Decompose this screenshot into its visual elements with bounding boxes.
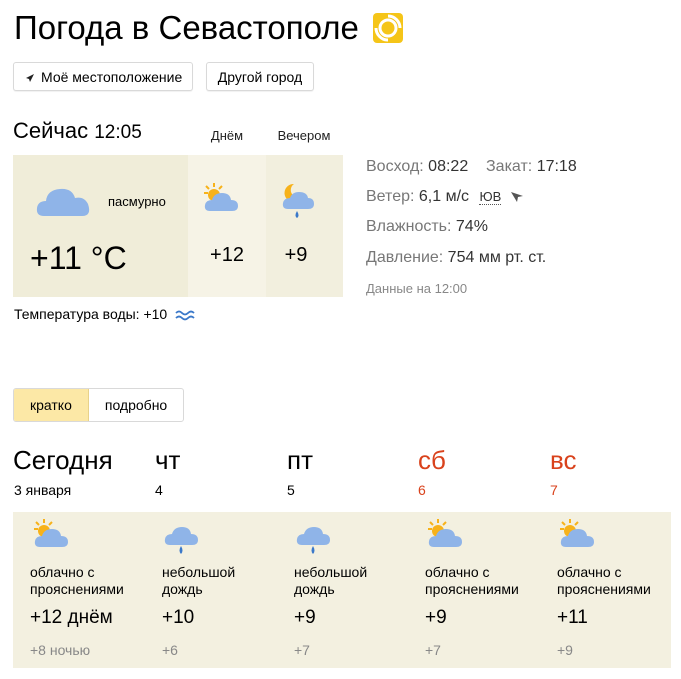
- location-arrow-icon: [26, 74, 34, 82]
- sunset-value: 17:18: [536, 158, 577, 175]
- forecast-night-temp: +8 ночью: [30, 642, 91, 658]
- forecast-day-name: пт: [287, 445, 313, 475]
- wind-direction-arrow-icon: [510, 192, 523, 202]
- day-temperature: +12: [210, 244, 244, 266]
- pressure-label: Давление:: [366, 249, 444, 266]
- sunrise-label: Восход:: [366, 158, 424, 175]
- condition-line: прояснениями: [30, 581, 124, 597]
- tab-detailed[interactable]: подробно: [89, 389, 183, 421]
- water-wave-icon: [175, 310, 195, 321]
- forecast-day-temp: +11: [557, 607, 588, 628]
- sunrise-value: 08:22: [428, 158, 469, 175]
- condition-line: прояснениями: [425, 581, 519, 597]
- forecast-day-temp: +9: [425, 607, 447, 628]
- cloud-rain-icon: [296, 527, 330, 554]
- forecast-condition: небольшой дождь: [294, 564, 419, 598]
- forecast-day-date: 3 января: [14, 482, 72, 498]
- forecast-day-name: Сегодня: [13, 445, 113, 475]
- wind-value: 6,1 м/с: [418, 188, 470, 205]
- pressure-info: Давление: 754 мм рт. ст.: [366, 249, 546, 267]
- evening-temperature: +9: [284, 244, 308, 266]
- day-column-label: Днём: [210, 128, 244, 143]
- forecast-night-temp: +7: [294, 642, 310, 658]
- forecast-day-temp: +10: [162, 607, 195, 628]
- tab-brief[interactable]: кратко: [14, 389, 89, 421]
- pressure-value: 754 мм рт. ст.: [447, 249, 547, 266]
- cloud-rain-icon: [164, 527, 198, 554]
- forecast-day-date: 4: [155, 482, 163, 498]
- weather-logo-icon: [373, 13, 403, 43]
- now-label: Сейчас: [13, 118, 89, 143]
- now-header: Сейчас 12:05: [13, 118, 142, 146]
- forecast-view-tabs: кратко подробно: [13, 388, 185, 422]
- forecast-day-date: 5: [287, 482, 295, 498]
- evening-cell: [266, 155, 343, 297]
- condition-line: облачно с: [30, 564, 95, 580]
- forecast-night-temp: +6: [162, 642, 178, 658]
- forecast-day-name: сб: [418, 445, 446, 475]
- my-location-button[interactable]: Моё местоположение: [13, 62, 193, 91]
- forecast-condition: облачно с прояснениями: [30, 564, 155, 598]
- forecast-condition: облачно с прояснениями: [557, 564, 681, 598]
- sun-cloud-icon: [34, 519, 68, 547]
- forecast-day-date: 7: [550, 482, 558, 498]
- forecast-day-temp: +12 днём: [30, 607, 113, 628]
- sun-cloud-icon: [204, 183, 238, 211]
- water-label: Температура воды:: [14, 306, 140, 322]
- forecast-condition: облачно с прояснениями: [425, 564, 550, 598]
- forecast-day-name: вс: [550, 445, 577, 475]
- humidity-info: Влажность: 74%: [366, 218, 488, 236]
- sunset-label: Закат:: [486, 158, 533, 175]
- current-temperature: +11 °C: [30, 240, 127, 276]
- forecast-day-temp: +9: [294, 607, 316, 628]
- condition-line: дождь: [294, 581, 335, 597]
- evening-column-label: Вечером: [277, 128, 331, 143]
- cloud-icon: [36, 188, 90, 216]
- data-timestamp: Данные на 12:00: [366, 281, 468, 296]
- sun-info: Восход: 08:22 Закат: 17:18: [366, 158, 577, 176]
- forecast-day-date: 6: [418, 482, 426, 498]
- forecast-night-temp: +9: [557, 642, 573, 658]
- forecast-night-temp: +7: [425, 642, 441, 658]
- condition-line: облачно с: [557, 564, 622, 580]
- condition-line: небольшой: [294, 564, 368, 580]
- water-value: +10: [143, 306, 168, 322]
- condition-line: небольшой: [162, 564, 236, 580]
- condition-line: дождь: [162, 581, 203, 597]
- humidity-value: 74%: [455, 218, 488, 235]
- wind-info: Ветер: 6,1 м/с ЮВ: [366, 188, 524, 206]
- other-city-button[interactable]: Другой город: [206, 62, 314, 91]
- day-cell: [188, 155, 266, 297]
- forecast-condition: небольшой дождь: [162, 564, 287, 598]
- wind-direction[interactable]: ЮВ: [479, 189, 502, 205]
- current-condition: пасмурно: [108, 194, 166, 209]
- forecast-day-name: чт: [155, 445, 181, 475]
- water-temperature: Температура воды: +10: [14, 306, 195, 322]
- sun-cloud-icon: [560, 519, 594, 547]
- condition-line: прояснениями: [557, 581, 651, 597]
- now-time: 12:05: [94, 122, 142, 143]
- sun-cloud-icon: [428, 519, 462, 547]
- moon-cloud-rain-icon: [282, 183, 314, 218]
- page-title: Погода в Севастополе: [14, 9, 359, 46]
- humidity-label: Влажность:: [366, 218, 452, 235]
- wind-label: Ветер:: [366, 188, 415, 205]
- my-location-label: Моё местоположение: [41, 69, 183, 85]
- condition-line: облачно с: [425, 564, 490, 580]
